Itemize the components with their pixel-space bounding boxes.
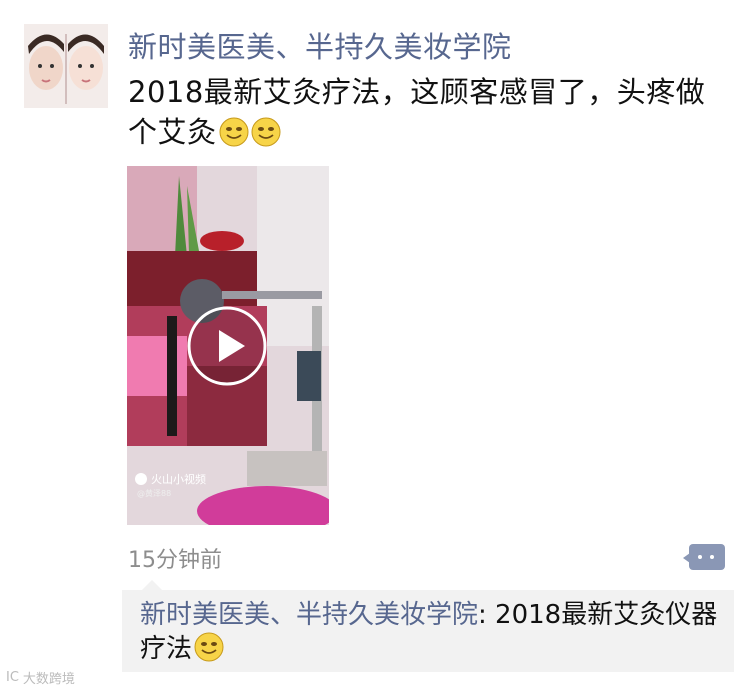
comment-separator: : xyxy=(478,600,496,630)
comment-button[interactable] xyxy=(683,544,725,570)
play-icon[interactable] xyxy=(187,306,267,386)
app-logo-icon xyxy=(135,473,147,485)
video-app-sub: @黄泽88 xyxy=(137,489,172,498)
more-dots-icon xyxy=(698,555,702,559)
smile-emoji-icon xyxy=(219,117,249,147)
video-thumbnail[interactable]: 火山小视频 @黄泽88 xyxy=(127,166,329,525)
avatar-image xyxy=(24,24,108,108)
post-author-name[interactable]: 新时美医美、半持久美妆学院 xyxy=(128,24,512,66)
smile-emoji-icon xyxy=(251,117,281,147)
smile-emoji-icon xyxy=(194,632,224,662)
post-time: 15分钟前 xyxy=(128,548,222,573)
video-app-label: 火山小视频 xyxy=(151,473,206,486)
post-text-content: 2018最新艾灸疗法，这顾客感冒了，头疼做个艾灸 xyxy=(128,75,706,149)
post-text: 2018最新艾灸疗法，这顾客感冒了，头疼做个艾灸 xyxy=(128,72,728,152)
watermark-icon: IC xyxy=(6,670,19,685)
video-app-badge: 火山小视频 xyxy=(135,471,206,487)
comment-author[interactable]: 新时美医美、半持久美妆学院 xyxy=(140,600,478,630)
comment-area: 新时美医美、半持久美妆学院: 2018最新艾灸仪器疗法 xyxy=(122,580,734,672)
watermark-text: 大数跨境 xyxy=(22,672,75,687)
watermark: IC 大数跨境 xyxy=(6,668,75,687)
avatar[interactable] xyxy=(24,24,108,108)
comment: 新时美医美、半持久美妆学院: 2018最新艾灸仪器疗法 xyxy=(140,598,730,666)
